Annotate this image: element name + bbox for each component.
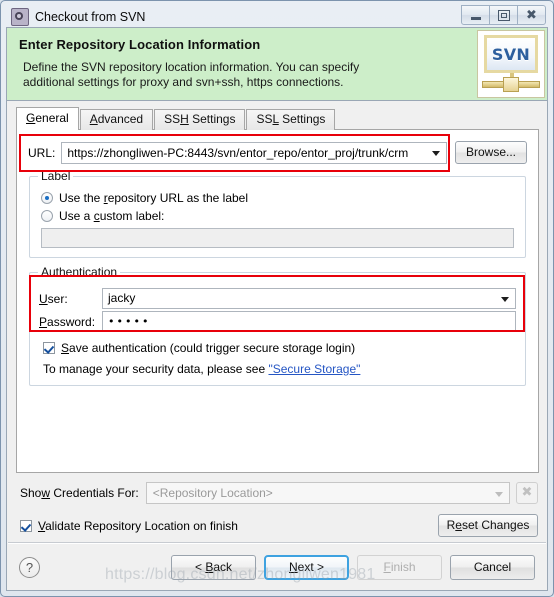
- save-authentication-check-indicator[interactable]: [43, 342, 55, 354]
- tab-ssl-settings[interactable]: SSL Settings: [246, 109, 336, 130]
- page-description: Define the SVN repository location infor…: [23, 60, 535, 90]
- tab-panel-general: URL: https://zhongliwen-PC:8443/svn/ento…: [16, 129, 539, 473]
- window-title: Checkout from SVN: [35, 10, 146, 24]
- credentials-chevron-down-icon: [495, 492, 503, 497]
- user-value: jacky: [108, 291, 136, 305]
- svn-logo-text: SVN: [491, 44, 531, 64]
- password-input[interactable]: •••••: [102, 311, 516, 332]
- show-credentials-row: Show Credentials For: <Repository Locati…: [20, 482, 538, 504]
- validate-row: Validate Repository Location on finish R…: [20, 514, 538, 537]
- tab-ssh-settings[interactable]: SSH Settings: [154, 109, 246, 130]
- svn-logo-screen: SVN: [484, 35, 538, 73]
- finish-button: Finish: [357, 554, 442, 580]
- radio-custom-label-label: Use a custom label:: [59, 209, 165, 223]
- wizard-banner: Enter Repository Location Information De…: [7, 28, 547, 101]
- user-combo[interactable]: jacky: [102, 288, 516, 309]
- user-chevron-down-icon[interactable]: [501, 297, 509, 302]
- user-row: User: jacky: [39, 288, 516, 309]
- button-bar: ? < Back Next > Finish Cancel: [7, 544, 547, 590]
- password-value: •••••: [108, 315, 151, 328]
- password-row: Password: •••••: [39, 311, 516, 332]
- user-label: User:: [39, 291, 68, 306]
- secure-storage-hint-row: To manage your security data, please see…: [43, 362, 516, 376]
- secure-storage-hint: To manage your security data, please see: [43, 362, 266, 376]
- tab-strip: General Advanced SSH Settings SSL Settin…: [16, 107, 539, 130]
- close-icon: ✖: [526, 7, 537, 23]
- radio-use-repository-url[interactable]: Use the repository URL as the label: [41, 191, 516, 205]
- label-group: Label Use the repository URL as the labe…: [29, 169, 526, 258]
- svn-logo-node: [503, 77, 519, 92]
- tab-general[interactable]: General: [16, 107, 79, 130]
- clear-credentials-button: ✖: [516, 482, 538, 504]
- save-authentication-checkbox[interactable]: Save authentication (could trigger secur…: [43, 341, 516, 355]
- cancel-button[interactable]: Cancel: [450, 554, 535, 580]
- validate-repository-checkbox[interactable]: Validate Repository Location on finish: [20, 519, 238, 533]
- show-credentials-label: Show Credentials For:: [20, 486, 139, 500]
- page-title: Enter Repository Location Information: [19, 37, 261, 52]
- close-button[interactable]: ✖: [517, 5, 546, 25]
- secure-storage-link[interactable]: "Secure Storage": [268, 362, 360, 376]
- page-description-line1: Define the SVN repository location infor…: [23, 60, 360, 74]
- svn-gear-icon: [11, 8, 29, 26]
- title-bar: Checkout from SVN ✖: [5, 5, 549, 29]
- radio-repository-url-indicator[interactable]: [41, 192, 53, 204]
- reset-changes-button[interactable]: Reset Changes: [438, 514, 538, 537]
- maximize-icon: [497, 9, 510, 21]
- radio-use-custom-label[interactable]: Use a custom label:: [41, 209, 516, 223]
- browse-button[interactable]: Browse...: [455, 141, 527, 164]
- url-value: https://zhongliwen-PC:8443/svn/entor_rep…: [67, 145, 409, 160]
- tab-advanced[interactable]: Advanced: [79, 109, 154, 130]
- show-credentials-combo: <Repository Location>: [145, 482, 510, 504]
- radio-custom-label-indicator[interactable]: [41, 210, 53, 222]
- back-button[interactable]: < Back: [171, 554, 256, 580]
- dialog-client-area: Enter Repository Location Information De…: [6, 27, 548, 591]
- url-combo[interactable]: https://zhongliwen-PC:8443/svn/entor_rep…: [61, 141, 447, 164]
- password-label: Password:: [39, 314, 96, 329]
- url-row: URL: https://zhongliwen-PC:8443/svn/ento…: [25, 139, 530, 166]
- minimize-button[interactable]: [461, 5, 490, 25]
- validate-repository-check-indicator[interactable]: [20, 519, 32, 532]
- tab-advanced-label: dvanced: [97, 112, 144, 126]
- url-label: URL:: [28, 145, 56, 160]
- authentication-group: Authentication User: jacky Password: •••…: [29, 265, 526, 386]
- page-description-line2: additional settings for proxy and svn+ss…: [23, 75, 344, 89]
- dialog-window: Checkout from SVN ✖ Enter Repository Loc…: [0, 0, 554, 597]
- show-credentials-value: <Repository Location>: [152, 486, 273, 500]
- lower-section: Show Credentials For: <Repository Locati…: [7, 473, 547, 537]
- help-button[interactable]: ?: [19, 556, 40, 578]
- next-button[interactable]: Next >: [264, 554, 349, 580]
- label-group-title: Label: [38, 169, 74, 183]
- window-controls: ✖: [461, 5, 546, 25]
- tab-general-label: eneral: [35, 111, 69, 125]
- custom-label-input: [41, 228, 514, 248]
- authentication-group-title: Authentication: [38, 265, 121, 279]
- minimize-icon: [470, 16, 481, 20]
- radio-repository-url-label: Use the repository URL as the label: [59, 191, 248, 205]
- save-authentication-label: Save authentication (could trigger secur…: [61, 341, 356, 355]
- tab-area: General Advanced SSH Settings SSL Settin…: [7, 101, 547, 473]
- validate-repository-label: Validate Repository Location on finish: [38, 518, 238, 533]
- maximize-button[interactable]: [489, 5, 518, 25]
- svn-logo: SVN: [477, 30, 545, 98]
- chevron-down-icon[interactable]: [432, 150, 440, 156]
